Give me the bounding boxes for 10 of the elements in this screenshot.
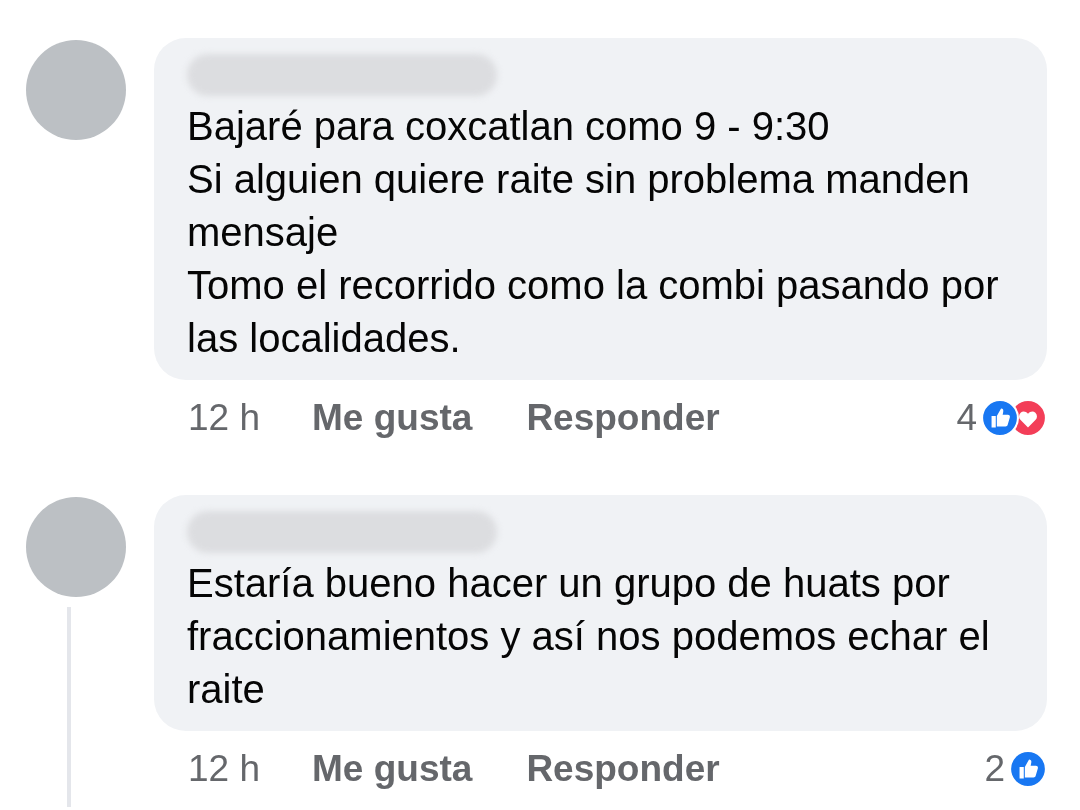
reaction-count: 2 [984, 748, 1005, 790]
comment-time: 12 h [188, 397, 260, 439]
reply-link[interactable]: Responder [526, 748, 720, 790]
reply-link[interactable]: Responder [526, 397, 720, 439]
comment-text: Estaría bueno hacer un grupo de huats por fraccionamientos y así nos podemos echar el raite [187, 560, 991, 713]
comment-time: 12 h [188, 748, 260, 790]
like-link[interactable]: Me gusta [312, 397, 473, 439]
like-link[interactable]: Me gusta [312, 748, 473, 790]
comment-text: Bajaré para coxcatlan como 9 - 9:30 Si alguien quiere raite sin problema manden mensaje Tomo el recorrido como la combi pasando por las localidades. [187, 103, 1000, 362]
reaction-count: 4 [956, 397, 977, 439]
